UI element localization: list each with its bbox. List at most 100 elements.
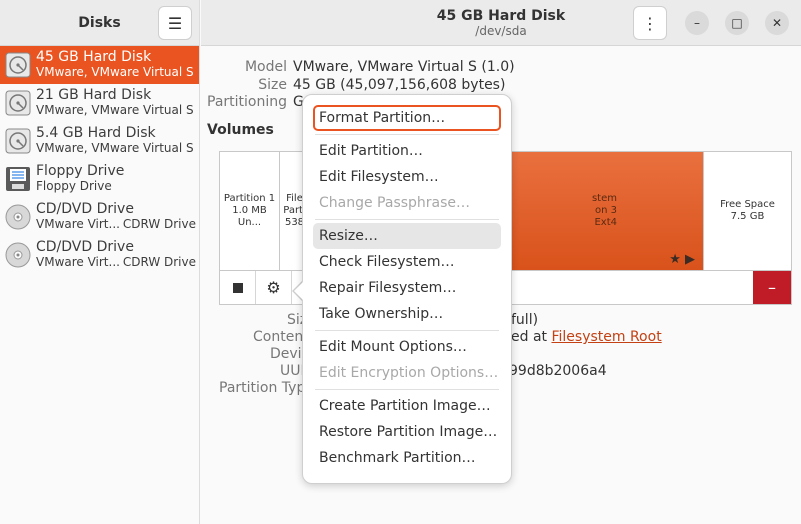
menu-item-edit-mount-options[interactable]: Edit Mount Options…	[313, 334, 501, 360]
drive-item[interactable]: Floppy Drive Floppy Drive	[0, 160, 199, 198]
partitioning-label: Partitioning	[207, 94, 287, 110]
menu-item-edit-filesystem[interactable]: Edit Filesystem…	[313, 164, 501, 190]
drive-model: VMware Virt...	[36, 217, 120, 231]
drive-options-button[interactable]: ⋮	[633, 6, 667, 40]
menu-item-resize[interactable]: Resize…	[313, 223, 501, 249]
hard-disk-icon	[4, 127, 32, 155]
drive-description: VMware Virt... CDRW Drive	[36, 255, 196, 270]
menu-separator	[315, 219, 499, 220]
menu-item-edit-encryption-options: Edit Encryption Options…	[319, 365, 499, 381]
maximize-icon: □	[731, 16, 743, 30]
partition-1-segment[interactable]: Partition 1 1.0 MB Un...	[220, 152, 280, 270]
app-menu-button[interactable]: ☰	[158, 6, 192, 40]
drive-item[interactable]: 5.4 GB Hard Disk VMware, VMware Virtual S	[0, 122, 199, 160]
menu-separator	[315, 134, 499, 135]
drive-list: 45 GB Hard Disk VMware, VMware Virtual S2…	[0, 46, 199, 274]
unmount-button[interactable]	[220, 271, 256, 304]
detail-uuid-value: 99d8b2006a4	[509, 363, 607, 379]
drive-name: Floppy Drive	[36, 163, 125, 179]
menu-item-change-passphrase: Change Passphrase…	[319, 195, 471, 211]
hard-disk-icon	[4, 51, 32, 79]
drive-model: Floppy Drive	[36, 179, 112, 193]
drive-text: 5.4 GB Hard Disk VMware, VMware Virtual S	[36, 126, 196, 156]
drive-type: CDRW Drive	[122, 217, 196, 231]
disk-title: 45 GB Hard Disk	[436, 7, 566, 24]
drive-name: 5.4 GB Hard Disk	[36, 125, 156, 141]
minimize-icon: –	[694, 16, 700, 30]
hamburger-icon: ☰	[167, 13, 183, 33]
drive-text: CD/DVD Drive VMware Virt... CDRW Drive	[36, 240, 196, 270]
stop-icon	[232, 282, 243, 293]
drive-name: CD/DVD Drive	[36, 239, 134, 255]
drive-text: 45 GB Hard Disk VMware, VMware Virtual S	[36, 50, 196, 80]
optical-disc-icon	[4, 203, 32, 231]
detail-contents-label: Conten	[253, 329, 304, 345]
menu-item-check-filesystem[interactable]: Check Filesystem…	[313, 249, 501, 275]
partition-1-name: Partition 1	[223, 193, 276, 204]
drive-model: VMware Virt...	[36, 255, 120, 269]
menu-item-restore-partition-image[interactable]: Restore Partition Image…	[313, 419, 501, 445]
drive-name: 45 GB Hard Disk	[36, 49, 152, 65]
drive-description: VMware, VMware Virtual S	[36, 103, 196, 118]
delete-partition-button[interactable]: –	[753, 271, 791, 304]
disk-header: 45 GB Hard Disk /dev/sda ⋮ – □ ✕	[201, 0, 801, 46]
partition-3-line1: stem	[591, 193, 617, 204]
optical-disc-icon	[4, 241, 32, 269]
drive-text: Floppy Drive Floppy Drive	[36, 164, 196, 194]
detail-contents-value: ed at Filesystem Root	[511, 329, 662, 345]
menu-item-edit-partition[interactable]: Edit Partition…	[313, 138, 501, 164]
drive-item[interactable]: 21 GB Hard Disk VMware, VMware Virtual S	[0, 84, 199, 122]
sidebar-header: Disks ☰	[0, 0, 199, 46]
close-icon: ✕	[771, 16, 783, 30]
detail-uuid-label: UUI	[280, 363, 305, 379]
drive-model: VMware, VMware Virtual S	[36, 141, 194, 155]
menu-separator	[315, 330, 499, 331]
vertical-ellipsis-icon: ⋮	[642, 13, 658, 33]
sidebar-title: Disks	[78, 14, 121, 31]
partition-options-menu: Format Partition… Edit Partition… Edit Fil…	[302, 94, 512, 484]
menu-item-create-partition-image[interactable]: Create Partition Image…	[313, 393, 501, 419]
disk-device-path: /dev/sda	[475, 23, 527, 38]
floppy-icon	[4, 165, 32, 193]
mounted-star-play-icon: ★ ▶	[669, 252, 695, 267]
drive-item[interactable]: CD/DVD Drive VMware Virt... CDRW Drive	[0, 198, 199, 236]
partitioning-row: Partitioning G	[201, 94, 304, 110]
free-space-name: Free Space	[720, 199, 775, 210]
drive-description: VMware Virt... CDRW Drive	[36, 217, 196, 232]
detail-type-label: Partition Typ	[219, 380, 306, 396]
menu-item-benchmark-partition[interactable]: Benchmark Partition…	[313, 445, 501, 471]
size-label: Size	[258, 77, 287, 93]
minimize-button[interactable]: –	[685, 11, 709, 35]
hard-disk-icon	[4, 89, 32, 117]
size-value: 45 GB (45,097,156,608 bytes)	[293, 77, 506, 93]
model-row: Model VMware, VMware Virtual S (1.0)	[201, 59, 515, 75]
free-space-size: 7.5 GB	[730, 211, 765, 222]
menu-item-repair-filesystem[interactable]: Repair Filesystem…	[313, 275, 501, 301]
drive-item[interactable]: CD/DVD Drive VMware Virt... CDRW Drive	[0, 236, 199, 274]
menu-item-format-partition[interactable]: Format Partition…	[313, 105, 501, 131]
size-row: Size 45 GB (45,097,156,608 bytes)	[201, 77, 505, 93]
drive-description: Floppy Drive	[36, 179, 196, 194]
gear-icon: ⚙	[266, 278, 281, 297]
volumes-heading: Volumes	[207, 122, 274, 138]
drive-item[interactable]: 45 GB Hard Disk VMware, VMware Virtual S	[0, 46, 199, 84]
drive-text: 21 GB Hard Disk VMware, VMware Virtual S	[36, 88, 196, 118]
partition-options-button[interactable]: ⚙	[256, 271, 292, 304]
detail-size-value: full)	[511, 312, 539, 328]
contents-prefix: ed at	[511, 329, 552, 345]
free-space-segment[interactable]: Free Space 7.5 GB	[704, 152, 791, 270]
close-button[interactable]: ✕	[765, 11, 789, 35]
filesystem-root-link[interactable]: Filesystem Root	[551, 329, 661, 345]
partition-1-size: 1.0 MB Un...	[232, 205, 267, 228]
drive-description: VMware, VMware Virtual S	[36, 65, 196, 80]
minus-icon: –	[768, 278, 776, 297]
drive-description: VMware, VMware Virtual S	[36, 141, 196, 156]
drive-name: 21 GB Hard Disk	[36, 87, 152, 103]
partition-3-line2: on 3	[595, 205, 617, 216]
maximize-button[interactable]: □	[725, 11, 749, 35]
drive-text: CD/DVD Drive VMware Virt... CDRW Drive	[36, 202, 196, 232]
model-value: VMware, VMware Virtual S (1.0)	[293, 59, 515, 75]
drive-model: VMware, VMware Virtual S	[36, 103, 194, 117]
menu-item-take-ownership[interactable]: Take Ownership…	[313, 301, 501, 327]
drive-model: VMware, VMware Virtual S	[36, 65, 194, 79]
